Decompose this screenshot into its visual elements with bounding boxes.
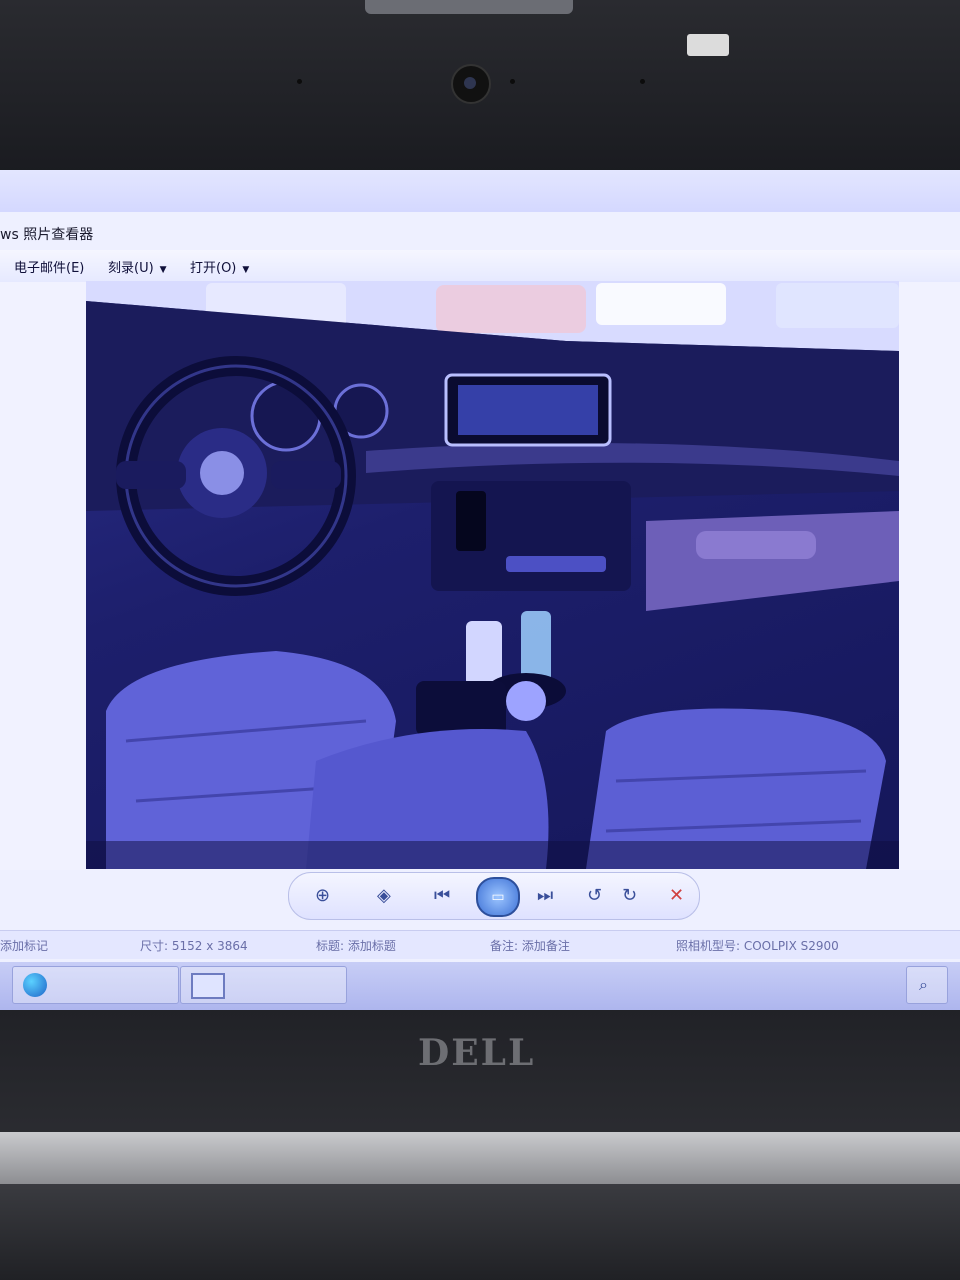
microphone [640,79,645,84]
viewer-controls: ⊕ ◈ ⏮ ▭ ⏭ ↺ ↻ ✕ [288,872,700,920]
displayed-photo [86,281,899,869]
taskbar-photo-viewer[interactable] [180,966,347,1004]
status-bar: 添加标记 尺寸: 5152 x 3864 标题: 添加标题 备注: 添加备注 照… [0,930,960,959]
car-interior-image [86,281,899,869]
laptop-hinge [0,1132,960,1184]
privacy-tab [687,34,729,56]
taskbar-search[interactable]: ⌕ [906,966,948,1004]
rotate-cw-icon[interactable]: ↻ [622,885,637,906]
magnifier-icon[interactable]: ⊕ [315,885,330,906]
lid-notch [365,0,573,14]
menu-bar: 电子邮件(E) 刻录(U) ▼ 打开(O) ▼ [0,250,960,283]
title-bar [0,170,960,212]
taskbar: ⌕ [0,962,960,1010]
microphone [297,79,302,84]
slideshow-icon[interactable]: ▭ [476,877,520,917]
search-icon: ⌕ [919,975,928,994]
laptop-bottom-bezel [0,1010,960,1140]
status-dimensions: 尺寸: 5152 x 3864 [140,939,248,953]
photo-viewer-icon [191,973,225,999]
rotate-ccw-icon[interactable]: ↺ [587,885,602,906]
previous-icon[interactable]: ⏮ [434,885,450,906]
laptop-base [0,1184,960,1280]
status-title[interactable]: 标题: 添加标题 [316,937,396,954]
screen: ws 照片查看器 电子邮件(E) 刻录(U) ▼ 打开(O) ▼ ⊕ ◈ ⏮ ▭… [0,170,960,1010]
status-tags[interactable]: 添加标记 [0,937,48,954]
status-comment[interactable]: 备注: 添加备注 [490,937,570,954]
menu-email[interactable]: 电子邮件(E) [14,257,84,276]
window-title: ws 照片查看器 [0,227,94,243]
edge-icon [23,973,47,997]
menu-open[interactable]: 打开(O) ▼ [190,257,249,276]
camera-indicator [510,79,515,84]
actual-size-icon[interactable]: ◈ [377,885,391,906]
menu-burn[interactable]: 刻录(U) ▼ [108,257,167,276]
delete-icon[interactable]: ✕ [669,885,684,906]
next-icon[interactable]: ⏭ [537,885,553,906]
webcam [451,64,491,104]
brand-logo: DELL [418,1032,536,1074]
status-camera: 照相机型号: COOLPIX S2900 [676,939,839,953]
laptop-top-bezel [0,0,960,175]
taskbar-browser[interactable] [12,966,179,1004]
